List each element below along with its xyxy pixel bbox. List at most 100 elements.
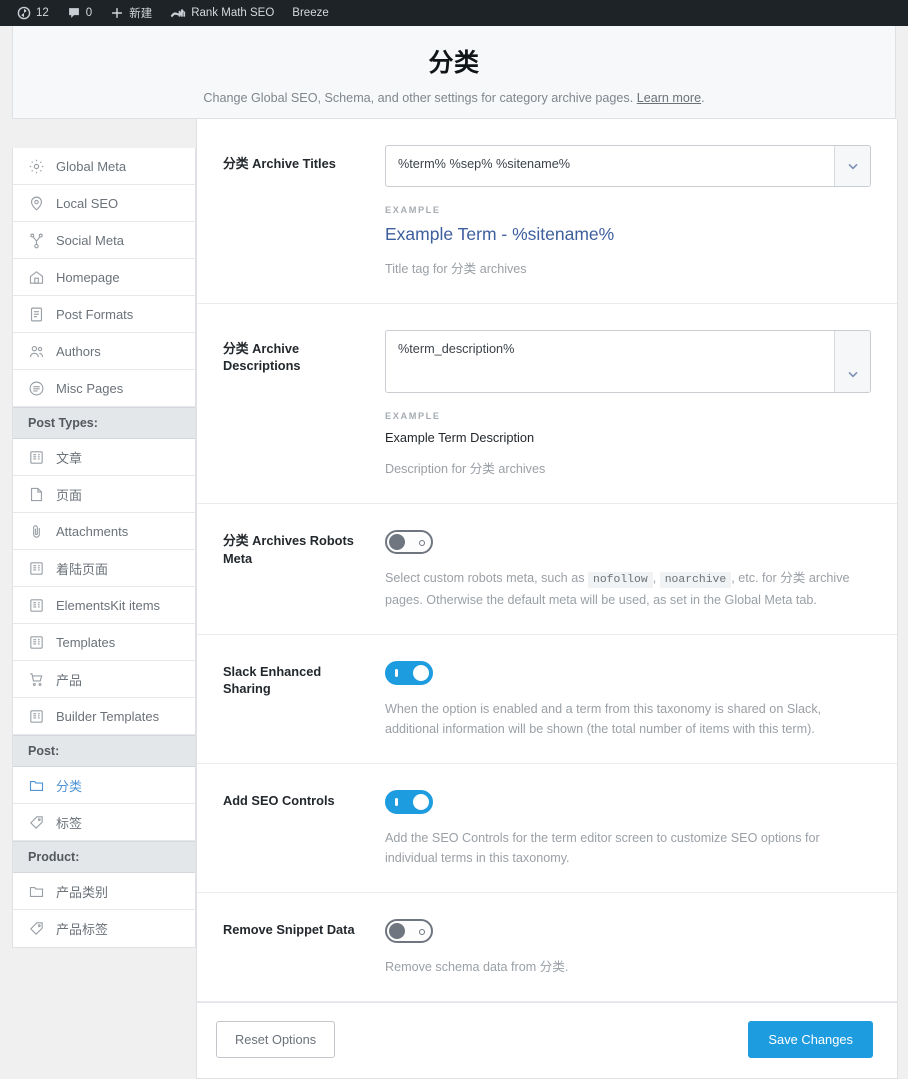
sidebar-item-attachments[interactable]: Attachments [13, 513, 195, 550]
sidebar-item-misc-pages[interactable]: Misc Pages [13, 370, 195, 407]
sidebar-item-authors[interactable]: Authors [13, 333, 195, 370]
sidebar-item-product-tag[interactable]: 产品标签 [13, 910, 195, 947]
post-icon [30, 598, 43, 612]
field-archive-titles: 分类 Archive Titles %term% %sep% %sitename… [197, 119, 897, 305]
save-changes-button[interactable]: Save Changes [748, 1021, 873, 1059]
field-help: Add the SEO Controls for the term editor… [385, 830, 820, 866]
sidebar-item-post-formats[interactable]: Post Formats [13, 296, 195, 333]
adminbar-updates-count: 12 [36, 7, 49, 19]
adminbar-item-new[interactable]: 新建 [101, 0, 161, 26]
example-label: EXAMPLE [385, 205, 441, 215]
sidebar-item-local-seo[interactable]: Local SEO [13, 185, 195, 222]
admin-wrapper: 分类 Change Global SEO, Schema, and other … [0, 26, 908, 1079]
field-slack-enhanced-sharing: Slack Enhanced Sharing When the option i… [197, 635, 897, 764]
sidebar-item-label: Global Meta [56, 158, 127, 174]
document-icon [30, 307, 43, 321]
field-label: 分类 Archive Descriptions [223, 341, 301, 374]
sidebar-item-tag[interactable]: 标签 [13, 804, 195, 841]
field-label: 分类 Archives Robots Meta [223, 533, 354, 566]
field-remove-snippet-data: Remove Snippet Data Remove schema data f… [197, 893, 897, 1003]
page-title: 分类 [428, 49, 480, 77]
sidebar-section-label: Post Types: [28, 416, 98, 430]
sidebar-item-elementskit-items[interactable]: ElementsKit items [13, 587, 195, 624]
adminbar-rank-math-label: Rank Math SEO [191, 7, 275, 19]
sidebar-section-label: Post: [28, 744, 60, 758]
sidebar-item-label: 分类 [56, 778, 83, 794]
toggle-knob [413, 793, 429, 810]
cart-icon [30, 672, 43, 686]
sidebar-section-product: Product: [13, 841, 195, 873]
example-label: EXAMPLE [385, 411, 441, 422]
wordpress-updates-icon [17, 6, 31, 20]
chevron-down-icon[interactable] [834, 331, 870, 393]
field-help: Remove schema data from 分类. [385, 960, 569, 975]
sidebar-item-category[interactable]: 分类 [13, 767, 195, 804]
learn-more-link[interactable]: Learn more [637, 91, 701, 105]
toggle-knob [413, 664, 429, 681]
sidebar-item-label: 页面 [56, 487, 83, 503]
sidebar-item-templates[interactable]: Templates [13, 624, 195, 661]
field-add-seo-controls: Add SEO Controls Add the SEO Controls fo… [197, 764, 897, 894]
example-description-preview: Example Term Description [385, 430, 535, 446]
sidebar-item-pages[interactable]: 页面 [13, 476, 195, 513]
sidebar-item-label: 产品 [56, 672, 83, 688]
field-label: 分类 Archive Titles [223, 156, 336, 171]
field-robots-meta: 分类 Archives Robots Meta Select custom ro… [197, 504, 897, 635]
chevron-down-icon[interactable] [834, 146, 870, 186]
field-archive-descriptions: 分类 Archive Descriptions %term_descriptio… [197, 304, 897, 505]
page-description-period: . [701, 91, 705, 105]
comment-bubble-icon [67, 6, 81, 20]
sidebar-item-label: Social Meta [56, 232, 124, 248]
archive-descriptions-select[interactable]: %term_description% [385, 330, 871, 394]
page-icon [30, 487, 43, 501]
help-code-noarchive: noarchive [659, 572, 732, 589]
sidebar-item-builder-templates[interactable]: Builder Templates [13, 698, 195, 735]
page-description: Change Global SEO, Schema, and other set… [13, 79, 895, 105]
field-help: Description for 分类 archives [385, 462, 546, 477]
seo-controls-toggle[interactable] [385, 789, 433, 814]
field-control: %term_description% EXAMPLE Example Term … [385, 330, 871, 479]
adminbar-item-breeze[interactable]: Breeze [283, 0, 337, 26]
plus-icon [110, 6, 124, 20]
reset-options-button[interactable]: Reset Options [216, 1021, 336, 1059]
toggle-knob [389, 534, 405, 551]
adminbar-item-comments[interactable]: 0 [58, 0, 101, 26]
archive-descriptions-value[interactable]: %term_description% [386, 331, 834, 392]
archive-titles-value[interactable]: %term% %sep% %sitename% [386, 146, 834, 186]
help-text-part2: , [652, 571, 660, 586]
sidebar-item-label: Misc Pages [56, 380, 124, 396]
adminbar-item-updates[interactable]: 12 [8, 0, 58, 26]
settings-body: Global Meta Local SEO Social Meta Homepa… [12, 119, 898, 1079]
gear-icon [29, 159, 44, 173]
sidebar-section-post-types: Post Types: [13, 407, 195, 439]
post-icon [30, 450, 43, 464]
sidebar-section-post: Post: [13, 735, 195, 767]
sidebar-item-products[interactable]: 产品 [13, 661, 195, 698]
field-help: When the option is enabled and a term fr… [385, 701, 822, 736]
sidebar-item-social-meta[interactable]: Social Meta [13, 222, 195, 259]
tag-icon [30, 922, 43, 935]
field-control: When the option is enabled and a term fr… [385, 660, 871, 739]
tag-icon [30, 815, 43, 829]
settings-sidebar: Global Meta Local SEO Social Meta Homepa… [12, 148, 196, 948]
home-icon [29, 270, 44, 284]
field-help: Select custom robots meta, such as nofol… [385, 568, 855, 609]
remove-snippet-toggle[interactable] [385, 919, 433, 944]
slack-sharing-toggle[interactable] [385, 660, 433, 685]
field-label: Add SEO Controls [223, 792, 335, 808]
adminbar-comments-count: 0 [85, 7, 93, 19]
sidebar-item-label: 标签 [56, 815, 83, 831]
field-control: %term% %sep% %sitename% EXAMPLE Example … [385, 145, 871, 279]
panel-footer: Reset Options Save Changes [197, 1002, 897, 1079]
field-label: Remove Snippet Data [223, 922, 355, 938]
sidebar-item-landing-pages[interactable]: 着陆页面 [13, 550, 195, 587]
sidebar-item-global-meta[interactable]: Global Meta [13, 148, 195, 185]
adminbar-item-rank-math[interactable]: Rank Math SEO [161, 0, 283, 26]
users-icon [29, 345, 44, 357]
sidebar-item-posts[interactable]: 文章 [13, 439, 195, 476]
archive-titles-select[interactable]: %term% %sep% %sitename% [385, 145, 871, 187]
post-icon [30, 635, 43, 649]
robots-meta-toggle[interactable] [385, 530, 433, 555]
sidebar-item-homepage[interactable]: Homepage [13, 259, 195, 296]
sidebar-item-product-category[interactable]: 产品类别 [13, 873, 195, 910]
